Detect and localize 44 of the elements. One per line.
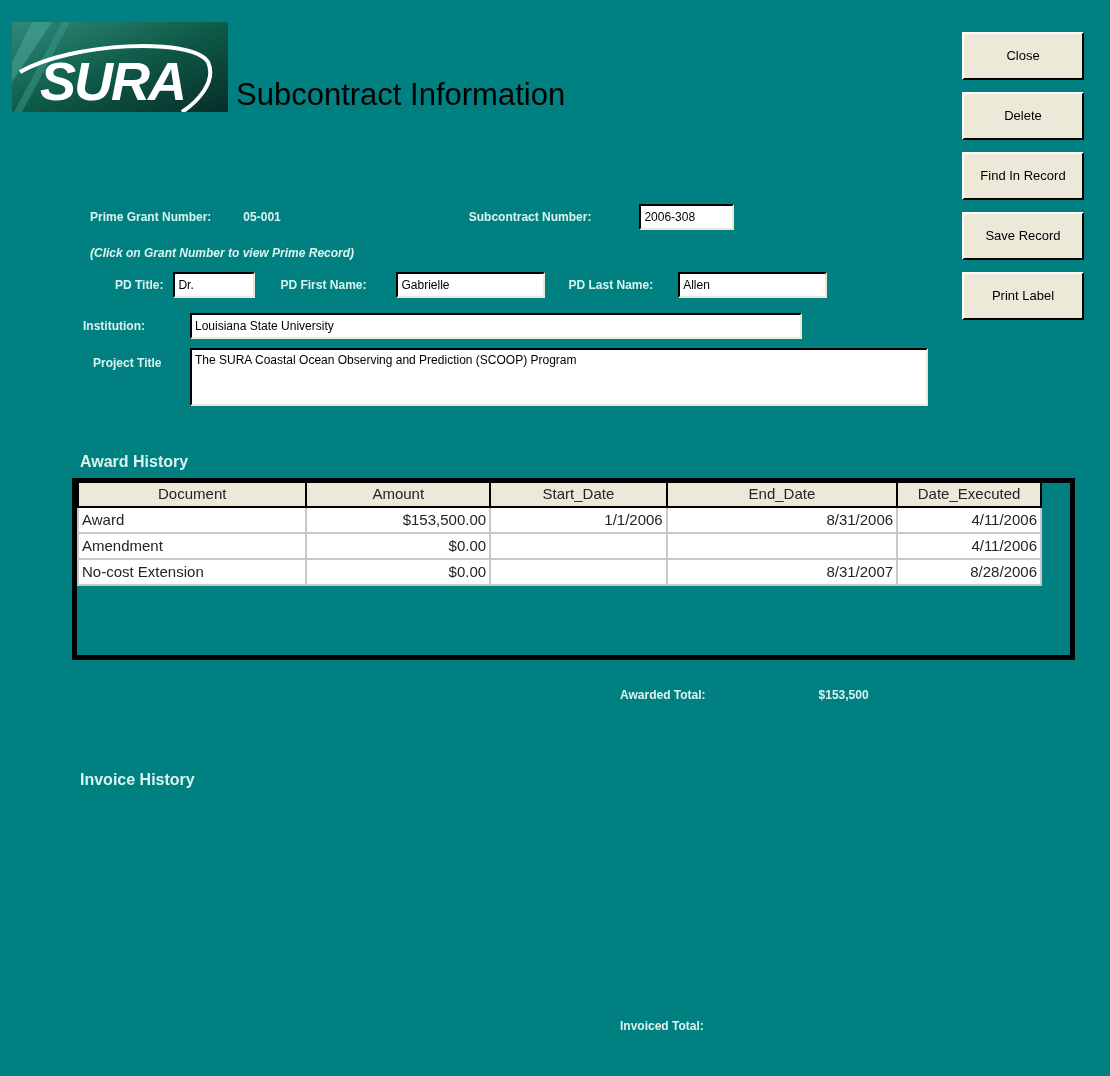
input-field[interactable]: Dr. [173,272,256,298]
column-header: Document [78,483,307,507]
table-cell: No-cost Extension [78,559,307,585]
total-label: Awarded Total: [620,687,706,704]
table-cell: $0.00 [306,533,491,559]
field-label: Subcontract Number: [468,209,592,226]
column-header: Start_Date [490,483,667,507]
table-cell: Amendment [78,533,307,559]
table-cell: 1/1/2006 [490,507,667,533]
table-cell: 8/31/2007 [666,559,898,585]
column-header: Amount [306,483,491,507]
grant-number-link[interactable]: 05-001 [243,208,281,226]
input-field[interactable]: Allen [678,272,828,298]
total-label: Invoiced Total: [620,1018,704,1035]
table-cell: $0.00 [306,559,491,585]
form-button[interactable]: Close [962,32,1084,80]
input-field[interactable]: Gabrielle [396,272,546,298]
logo: SURA [12,22,228,112]
form-button[interactable]: Find In Record [962,152,1084,200]
field-label: Prime Grant Number: [90,209,212,226]
column-header: Date_Executed [897,483,1041,507]
field-label: PD Last Name: [568,277,654,294]
input-field[interactable]: Louisiana State University [190,313,802,339]
field-label: Project Title [93,355,163,372]
column-header: End_Date [666,483,898,507]
table-cell: 4/11/2006 [897,533,1041,559]
form-button[interactable]: Save Record [962,212,1084,260]
section-heading: Invoice History [80,770,196,790]
hint-text: (Click on Grant Number to view Prime Record) [90,245,356,262]
table-cell: $153,500.00 [306,507,491,533]
field-label: Institution: [83,318,146,335]
input-field[interactable]: 2006-308 [639,204,735,230]
field-label: PD First Name: [280,277,367,294]
form-button[interactable]: Print Label [962,272,1084,320]
text-area[interactable]: The SURA Coastal Ocean Observing and Prediction (SCOOP) Program [190,348,928,406]
table-cell: 4/11/2006 [897,507,1041,533]
form-button[interactable]: Delete [962,92,1084,140]
table-cell: Award [78,507,307,533]
table-cell: 8/31/2006 [666,507,898,533]
table-cell: 8/28/2006 [897,559,1041,585]
form-title: Subcontract Information [236,79,566,110]
section-heading: Award History [80,452,190,472]
field-label: PD Title: [115,277,164,294]
total-value: $153,500 [818,687,869,704]
